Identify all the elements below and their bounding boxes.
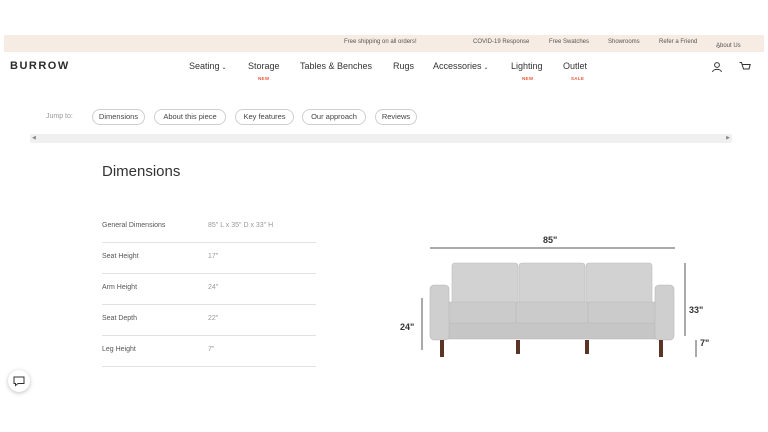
jump-about-pill[interactable]: About this piece: [154, 109, 226, 125]
jump-reviews-pill[interactable]: Reviews: [375, 109, 417, 125]
nav-accessories-label: Accessories: [433, 61, 482, 71]
nav-storage[interactable]: Storage: [248, 61, 280, 71]
spec-value: 85" L x 35" D x 33" H: [208, 222, 274, 229]
nav-seating[interactable]: Seating ⌄: [189, 61, 227, 71]
storage-new-badge: NEW: [258, 76, 270, 81]
spec-row: Arm Height 24": [102, 274, 316, 305]
nav-accessories[interactable]: Accessories ⌄: [433, 61, 489, 71]
main-nav: BURROW Seating ⌄ Storage NEW Tables & Ben…: [0, 52, 768, 92]
arm-height-dimension-label: 24": [400, 322, 415, 332]
jump-dimensions-pill[interactable]: Dimensions: [92, 109, 145, 125]
overall-height-dimension-label: 33": [689, 305, 704, 315]
spec-label: General Dimensions: [102, 222, 166, 229]
jump-to-label: Jump to:: [46, 113, 73, 120]
free-shipping-link[interactable]: Free shipping on all orders!: [344, 39, 417, 45]
lighting-new-badge: NEW: [522, 76, 534, 81]
chevron-down-icon: ⌄: [716, 44, 722, 50]
spec-label: Leg Height: [102, 346, 136, 353]
chat-button[interactable]: [8, 370, 30, 392]
spec-value: 22": [208, 315, 219, 322]
spec-row: Seat Depth 22": [102, 305, 316, 336]
free-swatches-link[interactable]: Free Swatches: [549, 39, 589, 45]
spec-row: Leg Height 7": [102, 336, 316, 367]
spec-value: 17": [208, 253, 219, 260]
nav-outlet[interactable]: Outlet: [563, 61, 587, 71]
spec-value: 7": [208, 346, 215, 353]
nav-lighting[interactable]: Lighting: [511, 61, 543, 71]
outlet-sale-badge: SALE: [571, 76, 585, 81]
showrooms-link[interactable]: Showrooms: [608, 39, 640, 45]
account-icon[interactable]: [711, 61, 723, 73]
horizontal-scrollbar[interactable]: ◀ ▶: [30, 134, 732, 143]
cart-icon[interactable]: [739, 61, 751, 73]
spec-label: Arm Height: [102, 284, 138, 291]
nav-rugs[interactable]: Rugs: [393, 61, 414, 71]
jump-our-approach-pill[interactable]: Our approach: [302, 109, 366, 125]
brand-logo[interactable]: BURROW: [10, 60, 70, 72]
spec-label: Seat Depth: [102, 315, 138, 322]
dimensions-title: Dimensions: [102, 163, 181, 180]
scroll-left-icon[interactable]: ◀: [32, 134, 36, 143]
spec-label: Seat Height: [102, 253, 139, 260]
nav-seating-label: Seating: [189, 61, 220, 71]
chevron-down-icon: ⌄: [483, 65, 489, 71]
width-dimension-label: 85": [543, 235, 558, 245]
chevron-down-icon: ⌄: [221, 65, 227, 71]
refer-friend-link[interactable]: Refer a Friend: [659, 39, 697, 45]
sofa-dimension-diagram: 85" 24" 33" 7": [395, 230, 725, 365]
spec-row: General Dimensions 85" L x 35" D x 33" H: [102, 212, 316, 243]
jump-key-features-pill[interactable]: Key features: [235, 109, 294, 125]
chat-icon: [13, 376, 25, 387]
spec-row: Seat Height 17": [102, 243, 316, 274]
covid-response-link[interactable]: COVID-19 Response: [473, 39, 529, 45]
sofa-illustration: [421, 247, 697, 357]
scroll-right-icon[interactable]: ▶: [726, 134, 730, 143]
announcement-bar: Free shipping on all orders! COVID-19 Re…: [4, 35, 764, 52]
nav-tables-benches[interactable]: Tables & Benches: [300, 61, 372, 71]
leg-height-dimension-label: 7": [700, 338, 710, 348]
spec-value: 24": [208, 284, 219, 291]
